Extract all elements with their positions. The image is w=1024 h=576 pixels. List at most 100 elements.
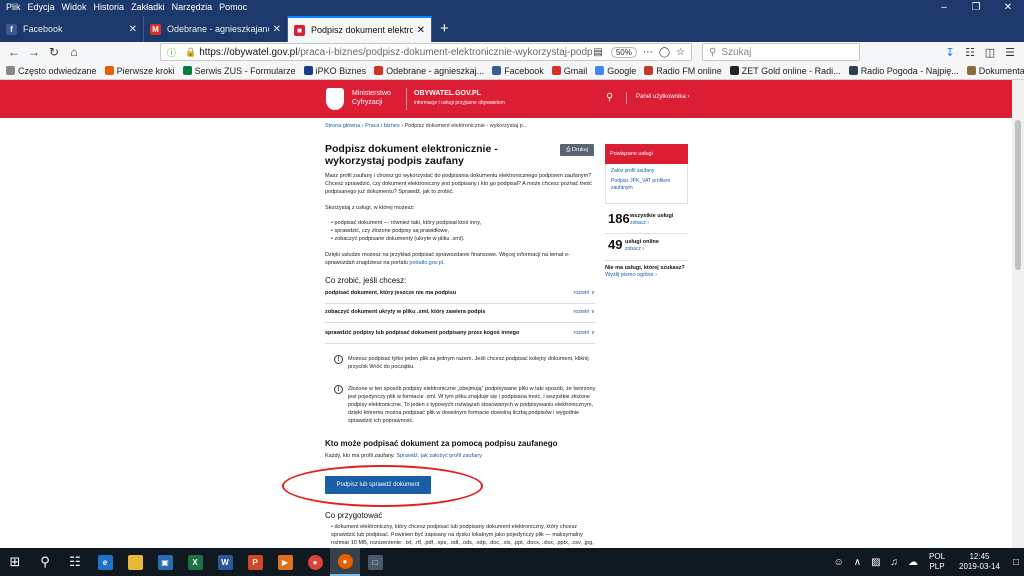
menu-item[interactable]: Plik <box>6 2 21 12</box>
bullet-text: sprawdzić, czy złożone podpisy są prawid… <box>334 228 450 234</box>
chrome-icon[interactable]: ● <box>300 548 330 576</box>
clock[interactable]: 12:45 2019-03-14 <box>959 552 1000 572</box>
language-indicator[interactable]: POL PLP <box>929 552 945 572</box>
start-icon[interactable]: ⊞ <box>0 548 30 576</box>
menu-item[interactable]: Historia <box>94 2 125 12</box>
forward-icon[interactable]: → <box>24 45 44 59</box>
word-icon[interactable]: W <box>210 548 240 576</box>
scroll-thumb[interactable] <box>1015 120 1021 270</box>
page-scrollbar[interactable] <box>1012 80 1024 548</box>
lock-icon[interactable]: 🔒 <box>185 47 196 58</box>
print-button[interactable]: ⎙ Drukuj <box>560 144 594 156</box>
close-tab-icon[interactable]: ✕ <box>129 24 137 35</box>
close-tab-icon[interactable]: ✕ <box>417 25 425 36</box>
stat-link[interactable]: zobacz › <box>625 246 644 252</box>
info-icon[interactable]: ⓘ <box>167 46 176 59</box>
hamburger-menu-icon[interactable]: ☰ <box>1000 46 1020 59</box>
breadcrumb-section[interactable]: Praca i biznes <box>365 123 400 129</box>
expand-toggle[interactable]: rozwiń ∨ <box>574 309 595 315</box>
network-icon[interactable]: ▨ <box>871 557 880 568</box>
cloud-icon[interactable]: ☁ <box>908 557 918 568</box>
profile-link[interactable]: Sprawdź, jak założyć profil zaufany <box>396 453 482 459</box>
accordion-row[interactable]: sprawdzić podpisy lub podpisać dokument … <box>325 330 595 344</box>
firefox-icon[interactable]: ● <box>330 548 360 576</box>
user-panel-link[interactable]: Panel użytkownika › <box>636 94 689 100</box>
tab-facebook[interactable]: f Facebook ✕ <box>0 16 144 42</box>
bookmark-item[interactable]: iPKO Biznes <box>303 66 366 76</box>
app-icon[interactable]: □ <box>360 548 390 576</box>
show-hidden-icon[interactable]: ∧ <box>854 557 861 568</box>
nav-bar: ← → ↻ ⌂ ⓘ 🔒 https://obywatel.gov.pl/prac… <box>0 42 1024 62</box>
menu-item[interactable]: Edycja <box>28 2 55 12</box>
bookmark-item[interactable]: Google <box>595 66 636 76</box>
zoom-level[interactable]: 50% <box>610 46 637 58</box>
bookmark-item[interactable]: Gmail <box>551 66 587 76</box>
divider <box>605 233 688 234</box>
search-placeholder: Szukaj <box>721 46 752 58</box>
podatki-link[interactable]: podatki.gov.pl <box>409 260 443 266</box>
tab-mail[interactable]: M Odebrane - agnieszkajancza ✕ <box>144 16 288 42</box>
powerpoint-icon[interactable]: P <box>240 548 270 576</box>
search-icon[interactable]: ⚲ <box>30 548 60 576</box>
reload-icon[interactable]: ↻ <box>44 45 64 59</box>
people-icon[interactable]: ☺ <box>834 557 844 568</box>
related-services-links: Załóż profil zaufany Podpisz JPK_VAT pro… <box>605 164 688 204</box>
bookmark-item[interactable]: Serwis ZUS - Formularze <box>182 66 296 76</box>
stat-link[interactable]: zobacz › <box>630 220 649 226</box>
general-letter-link[interactable]: Wyślij pismo ogólne › <box>605 272 657 278</box>
bookmark-item[interactable]: Odebrane - agnieszkaj... <box>374 66 484 76</box>
bookmark-label: Radio Pogoda - Najpię... <box>860 65 959 76</box>
file-explorer-icon[interactable] <box>120 548 150 576</box>
notifications-icon[interactable]: □ <box>1013 557 1019 568</box>
bookmark-item[interactable]: Facebook <box>492 66 544 76</box>
service-link[interactable]: Podpisz JPK_VAT profilem zaufanym <box>611 178 682 192</box>
volume-icon[interactable]: ♫ <box>891 557 899 568</box>
exclamation-icon: ! <box>334 385 343 394</box>
site-name[interactable]: OBYWATEL.GOV.PL <box>414 90 481 97</box>
bookmark-item[interactable]: Radio FM online <box>644 66 722 76</box>
menu-item[interactable]: Narzędzia <box>172 2 213 12</box>
pocket-icon[interactable]: ◯ <box>659 47 670 58</box>
media-icon[interactable]: ▶ <box>270 548 300 576</box>
bookmark-item[interactable]: Dokumentacja ODO - ... <box>966 66 1024 76</box>
accordion-row[interactable]: zobaczyć dokument ukryty w pliku .xml, k… <box>325 309 595 323</box>
back-icon[interactable]: ← <box>4 45 24 59</box>
close-tab-icon[interactable]: ✕ <box>273 24 281 35</box>
menu-item[interactable]: Pomoc <box>219 2 247 12</box>
new-tab-icon[interactable]: + <box>432 16 457 42</box>
store-icon[interactable]: ▣ <box>150 548 180 576</box>
site-search-icon[interactable]: ⚲ <box>606 92 613 103</box>
expand-label: rozwiń <box>573 290 590 296</box>
bookmark-item[interactable]: Często odwiedzane <box>6 66 97 76</box>
url-bar[interactable]: ⓘ 🔒 https://obywatel.gov.pl/praca-i-bizn… <box>160 43 692 61</box>
menu-item[interactable]: Zakładki <box>131 2 165 12</box>
expand-toggle[interactable]: rozwiń ∨ <box>574 330 595 336</box>
url-text[interactable]: https://obywatel.gov.pl/praca-i-biznes/p… <box>199 47 593 58</box>
eagle-emblem-icon[interactable] <box>326 88 344 110</box>
reader-icon[interactable]: ▤ <box>593 47 602 58</box>
download-icon[interactable]: ↧ <box>940 46 960 59</box>
breadcrumb-home[interactable]: Strona główna <box>325 123 360 129</box>
sidebar-icon[interactable]: ◫ <box>980 46 1000 59</box>
bookmark-item[interactable]: Pierwsze kroki <box>104 66 175 76</box>
bookmarks-bar: Często odwiedzane Pierwsze kroki Serwis ZU… <box>0 62 1024 80</box>
clock-date: 2019-03-14 <box>959 562 1000 571</box>
bookmark-label: Radio FM online <box>656 65 722 76</box>
edge-icon[interactable]: e <box>90 548 120 576</box>
service-link[interactable]: Załóż profil zaufany <box>611 168 682 175</box>
task-view-icon[interactable]: ☷ <box>60 548 90 576</box>
breadcrumb: Strona główna › Praca i biznes › Podpisz… <box>325 123 528 129</box>
accordion-row[interactable]: podpisać dokument, który jeszcze nie ma … <box>325 290 595 304</box>
menu-item[interactable]: Widok <box>62 2 87 12</box>
search-input[interactable]: ⚲ Szukaj <box>702 43 860 61</box>
more-actions-icon[interactable]: ⋯ <box>643 47 653 58</box>
home-icon[interactable]: ⌂ <box>64 45 84 59</box>
bookmark-item[interactable]: Radio Pogoda - Najpię... <box>848 65 959 76</box>
tab-obywatel[interactable]: ■ Podpisz dokument elektroniczn ✕ <box>288 16 432 42</box>
bookmark-item[interactable]: ZET Gold online - Radi... <box>729 66 841 76</box>
bookmark-star-icon[interactable]: ☆ <box>676 47 685 58</box>
library-icon[interactable]: ☷ <box>960 46 980 59</box>
ministry-name[interactable]: Ministerstwo Cyfryzacji <box>352 89 391 107</box>
excel-icon[interactable]: X <box>180 548 210 576</box>
expand-toggle[interactable]: rozwiń ∨ <box>574 290 595 296</box>
